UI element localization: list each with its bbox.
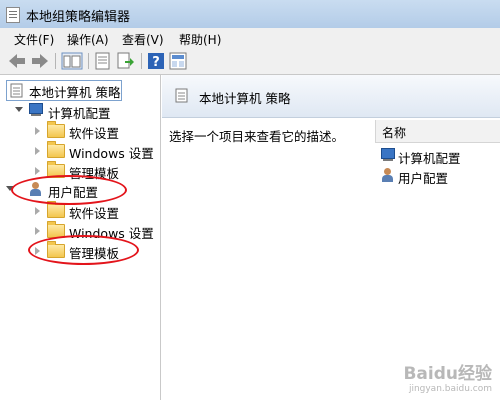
back-arrow-icon[interactable]	[7, 52, 27, 70]
tree-item-label: 管理模板	[69, 246, 120, 261]
toolbar-separator	[55, 53, 56, 69]
name-column-header[interactable]: 名称	[375, 120, 500, 143]
toolbar-separator	[88, 53, 89, 69]
document-icon	[175, 88, 188, 103]
user-icon	[28, 182, 44, 198]
tree-item-user-windows-settings[interactable]: Windows 设置	[0, 221, 160, 241]
forward-arrow-icon[interactable]	[30, 52, 50, 70]
menu-file[interactable]: 文件(F)	[14, 31, 54, 48]
tree-item-label: 计算机配置	[48, 106, 111, 121]
collapsed-arrow-icon[interactable]	[35, 127, 40, 135]
folder-icon	[47, 141, 65, 158]
app-icon	[6, 7, 20, 23]
help-icon[interactable]: ?	[147, 52, 165, 70]
details-header-title: 本地计算机 策略	[199, 91, 291, 106]
folder-icon	[47, 241, 65, 258]
menu-view[interactable]: 查看(V)	[122, 31, 164, 48]
tree-item-label: 用户配置	[48, 185, 99, 200]
tree-root[interactable]: 本地计算机 策略	[6, 80, 122, 101]
watermark-brand: Baidu经验	[403, 364, 492, 384]
expanded-arrow-icon[interactable]	[6, 186, 14, 191]
tree-pane[interactable]: 本地计算机 策略 计算机配置 软件设置 Windows 设置 管理模板 用户配置…	[0, 75, 161, 400]
description-text: 选择一个项目来查看它的描述。	[169, 129, 345, 144]
tree-item-user-admin-templates[interactable]: 管理模板	[0, 241, 160, 261]
collapsed-arrow-icon[interactable]	[35, 207, 40, 215]
collapsed-arrow-icon[interactable]	[35, 167, 40, 175]
toolbar: ?	[0, 49, 500, 75]
list-item-computer-config[interactable]: 计算机配置	[380, 146, 500, 166]
menu-bar: 文件(F) 操作(A) 查看(V) 帮助(H)	[0, 28, 500, 49]
tree-root-label: 本地计算机 策略	[29, 85, 121, 100]
computer-icon	[380, 148, 396, 162]
tree-item-windows-settings[interactable]: Windows 设置	[0, 141, 160, 161]
list-item-label: 计算机配置	[398, 151, 461, 166]
properties-icon[interactable]	[94, 52, 112, 70]
expanded-arrow-icon[interactable]	[15, 107, 23, 112]
title-bar: 本地组策略编辑器	[0, 0, 500, 29]
toolbar-separator	[141, 53, 142, 69]
folder-icon	[47, 161, 65, 178]
collapsed-arrow-icon[interactable]	[35, 227, 40, 235]
details-header: 本地计算机 策略	[162, 75, 500, 118]
tree-item-label: Windows 设置	[69, 146, 154, 161]
details-pane: 本地计算机 策略 选择一个项目来查看它的描述。 名称 计算机配置 用户配置	[162, 75, 500, 400]
svg-text:?: ?	[152, 55, 160, 70]
collapsed-arrow-icon[interactable]	[35, 247, 40, 255]
user-icon	[380, 168, 396, 184]
collapsed-arrow-icon[interactable]	[35, 147, 40, 155]
computer-icon	[28, 103, 44, 117]
folder-icon	[47, 201, 65, 218]
list-item-user-config[interactable]: 用户配置	[380, 166, 500, 186]
show-hide-tree-icon[interactable]	[61, 52, 83, 70]
watermark-url: jingyan.baidu.com	[408, 384, 492, 394]
folder-icon	[47, 221, 65, 238]
tree-item-software-settings[interactable]: 软件设置	[0, 121, 160, 141]
tree-item-label: 软件设置	[69, 126, 120, 141]
window-title: 本地组策略编辑器	[26, 10, 131, 25]
tree-item-computer-config[interactable]: 计算机配置	[0, 101, 160, 121]
column-header-label: 名称	[382, 126, 407, 140]
mmc-console-icon[interactable]	[169, 52, 187, 70]
menu-action[interactable]: 操作(A)	[67, 31, 109, 48]
export-list-icon[interactable]	[117, 52, 135, 70]
tree-item-label: 软件设置	[69, 206, 120, 221]
menu-help[interactable]: 帮助(H)	[179, 31, 221, 48]
tree-item-admin-templates[interactable]: 管理模板	[0, 161, 160, 181]
list-item-label: 用户配置	[398, 171, 449, 186]
tree-item-user-config[interactable]: 用户配置	[0, 180, 160, 200]
document-icon	[10, 83, 23, 98]
folder-icon	[47, 121, 65, 138]
tree-item-label: Windows 设置	[69, 226, 154, 241]
watermark: Baidu经验 jingyan.baidu.com	[403, 359, 492, 394]
tree-item-user-software-settings[interactable]: 软件设置	[0, 201, 160, 221]
